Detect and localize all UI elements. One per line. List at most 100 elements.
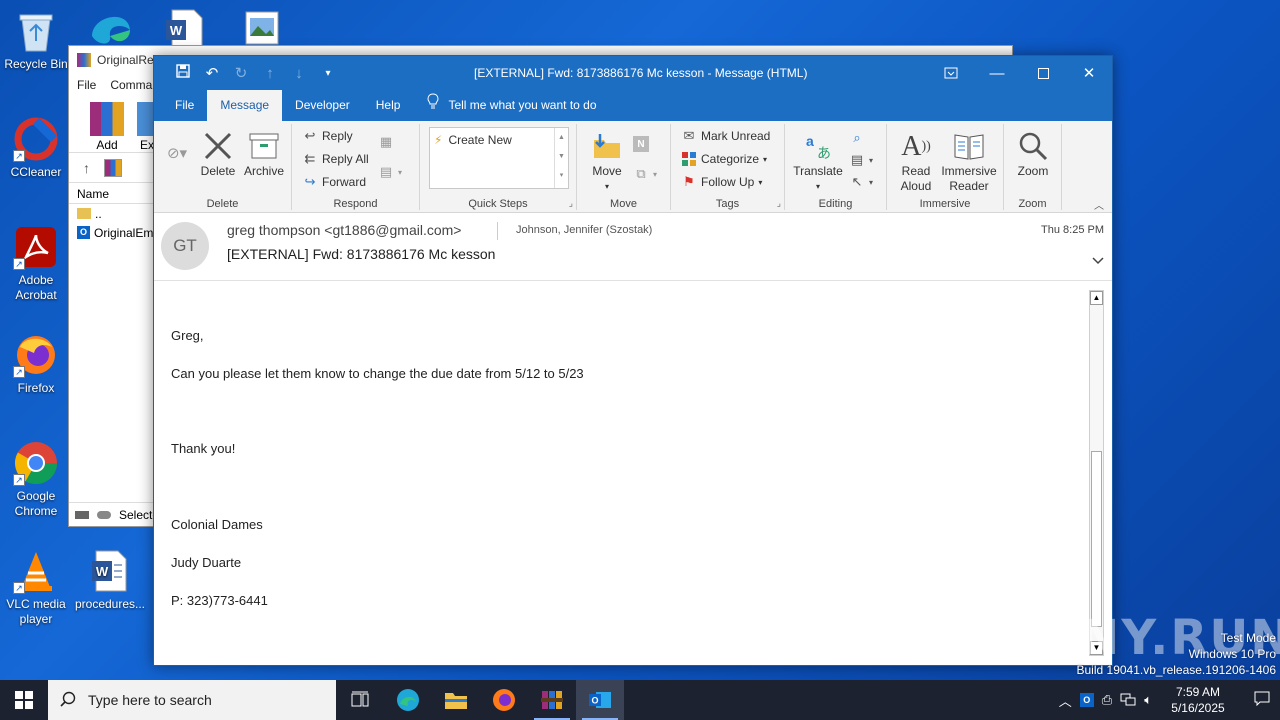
start-button[interactable] [0, 680, 48, 720]
ribbon-display-options-icon[interactable] [928, 56, 974, 90]
outlook-tray-icon[interactable]: O [1079, 693, 1094, 707]
window-controls: — ✕ [928, 56, 1112, 90]
follow-up-button[interactable]: ⚑ Follow Up ▾ [681, 174, 762, 190]
desktop-icon-acrobat[interactable]: ↗ Adobe Acrobat [0, 224, 72, 303]
immersive-reader-button[interactable]: Immersive Reader [939, 128, 999, 194]
more-respond-icon: ▤ [379, 164, 393, 179]
onenote-button[interactable]: N [633, 136, 649, 152]
previous-item-icon[interactable]: ↑ [261, 65, 279, 82]
vertical-scrollbar[interactable]: ▲ ▼ [1089, 290, 1104, 656]
outlook-message-window[interactable]: ↶ ↻ ↑ ↓ ▾ [EXTERNAL] Fwd: 8173886176 Mc … [153, 55, 1113, 666]
related-button[interactable]: ▤ ▾ [849, 152, 873, 168]
desktop-icon-firefox[interactable]: ↗ Firefox [0, 332, 72, 396]
forward-button[interactable]: ↪ Forward [302, 174, 366, 190]
customize-qat-icon[interactable]: ▾ [319, 68, 337, 79]
redo-icon[interactable]: ↻ [232, 64, 250, 82]
move-label: Move [592, 164, 622, 178]
image-file-desktop-icon[interactable] [244, 10, 280, 46]
meeting-reply-button[interactable]: ▦ [378, 134, 394, 150]
list-item-label: .. [95, 206, 102, 221]
scroll-thumb[interactable] [1091, 451, 1102, 627]
edge-taskbar-icon[interactable] [384, 680, 432, 720]
quick-steps-gallery[interactable]: ⚡ Create New ▲ ▼ ▾ [429, 127, 569, 189]
recipient[interactable]: Johnson, Jennifer (Szostak) [516, 224, 652, 236]
group-delete: ⊘▾ Delete Archive Delete [154, 124, 292, 210]
desktop-icon-recycle-bin[interactable]: Recycle Bin [0, 8, 72, 72]
group-label-tags: Tags [715, 198, 740, 210]
message-body[interactable]: Greg, Can you please let them know to ch… [154, 282, 1088, 664]
group-label-move: Move [610, 198, 637, 210]
minimize-button[interactable]: — [974, 56, 1020, 90]
tab-file[interactable]: File [162, 90, 207, 121]
delete-x-icon [198, 128, 238, 164]
close-button[interactable]: ✕ [1066, 56, 1112, 90]
taskbar-search-box[interactable]: Type here to search [48, 680, 336, 720]
winrar-title: OriginalRe [97, 53, 154, 67]
desktop-icon-chrome[interactable]: ↗ Google Chrome [0, 440, 72, 519]
archive-button[interactable]: Archive [242, 128, 286, 179]
select-button[interactable]: ↖ ▾ [849, 174, 873, 190]
tell-me-search[interactable]: Tell me what you want to do [413, 90, 597, 121]
reply-all-button[interactable]: ⇇ Reply All [302, 151, 369, 167]
onenote-icon: N [633, 136, 649, 152]
winrar-taskbar-icon[interactable] [528, 680, 576, 720]
translate-label: Translate [793, 164, 843, 178]
outlook-taskbar-icon[interactable]: O [576, 680, 624, 720]
reply-button[interactable]: ↩ Reply [302, 128, 353, 144]
next-item-icon[interactable]: ↓ [290, 65, 308, 82]
tab-help[interactable]: Help [363, 90, 414, 121]
edge-desktop-icon[interactable] [88, 6, 134, 46]
save-icon[interactable] [174, 64, 192, 82]
notification-center-icon[interactable] [1244, 691, 1280, 709]
collapse-ribbon-icon[interactable]: ︿ [1094, 197, 1104, 212]
show-hidden-icons-chevron-icon[interactable]: ︿ [1059, 691, 1072, 710]
menu-file[interactable]: File [77, 78, 96, 92]
zoom-button[interactable]: Zoom [1011, 128, 1055, 179]
network-icon[interactable] [1120, 692, 1136, 709]
add-button[interactable]: Add [87, 102, 127, 152]
read-aloud-button[interactable]: A)) Read Aloud [893, 128, 939, 194]
more-respond-button[interactable]: ▤ ▾ [378, 164, 402, 180]
dialog-launcher-icon[interactable]: ⌟ [569, 198, 573, 209]
delete-button[interactable]: Delete [198, 128, 238, 179]
create-new-label: Create New [448, 133, 512, 147]
find-button[interactable]: ⌕ [849, 130, 865, 146]
desktop-icon-vlc[interactable]: ↗ VLC media player [0, 548, 72, 627]
svg-text:a: a [806, 133, 814, 149]
categorize-button[interactable]: Categorize ▾ [681, 151, 767, 167]
move-button[interactable]: Move ▾ [587, 128, 627, 194]
word-desktop-icon[interactable]: W [164, 8, 204, 47]
sender[interactable]: greg thompson <gt1886@gmail.com> [227, 222, 461, 238]
scroll-up-arrow-icon[interactable]: ▲ [1090, 291, 1103, 305]
desktop-icon-procedures-doc[interactable]: W procedures... [74, 548, 146, 612]
tab-developer[interactable]: Developer [282, 90, 363, 121]
create-new-quick-step[interactable]: ⚡ Create New [434, 133, 512, 147]
avatar[interactable]: GT [161, 222, 209, 270]
drive-icon [75, 510, 89, 519]
task-view-icon[interactable] [336, 680, 384, 720]
tab-message[interactable]: Message [207, 90, 283, 121]
desktop-icon-label: Recycle Bin [4, 57, 68, 71]
expand-header-chevron-icon[interactable] [1092, 253, 1104, 268]
maximize-button[interactable] [1020, 56, 1066, 90]
lightbulb-icon [427, 90, 439, 121]
mark-unread-button[interactable]: ✉ Mark Unread [681, 128, 771, 144]
tell-me-label: Tell me what you want to do [448, 98, 597, 112]
undo-icon[interactable]: ↶ [203, 64, 221, 82]
file-explorer-taskbar-icon[interactable] [432, 680, 480, 720]
translate-button[interactable]: aあ Translate ▾ [791, 128, 845, 194]
firefox-taskbar-icon[interactable] [480, 680, 528, 720]
ignore-button[interactable]: ⊘▾ [162, 146, 192, 161]
gallery-scroll[interactable]: ▲ ▼ ▾ [554, 128, 568, 188]
up-arrow-icon[interactable]: ↑ [83, 160, 90, 176]
taskbar-clock[interactable]: 7:59 AM 5/16/2025 [1160, 684, 1236, 716]
dialog-launcher-icon[interactable]: ⌟ [777, 198, 781, 209]
volume-icon[interactable]: 🔈︎ [1144, 692, 1152, 708]
title-bar[interactable]: ↶ ↻ ↑ ↓ ▾ [EXTERNAL] Fwd: 8173886176 Mc … [154, 56, 1112, 90]
quick-access-toolbar: ↶ ↻ ↑ ↓ ▾ [154, 64, 337, 82]
firefox-icon: ↗ [13, 332, 59, 378]
actions-button[interactable]: ⧉ ▾ [633, 166, 657, 182]
desktop-icon-ccleaner[interactable]: ↗ CCleaner [0, 116, 72, 180]
menu-commands[interactable]: Comman [110, 78, 159, 92]
device-icon[interactable]: ⎙ [1102, 692, 1112, 708]
